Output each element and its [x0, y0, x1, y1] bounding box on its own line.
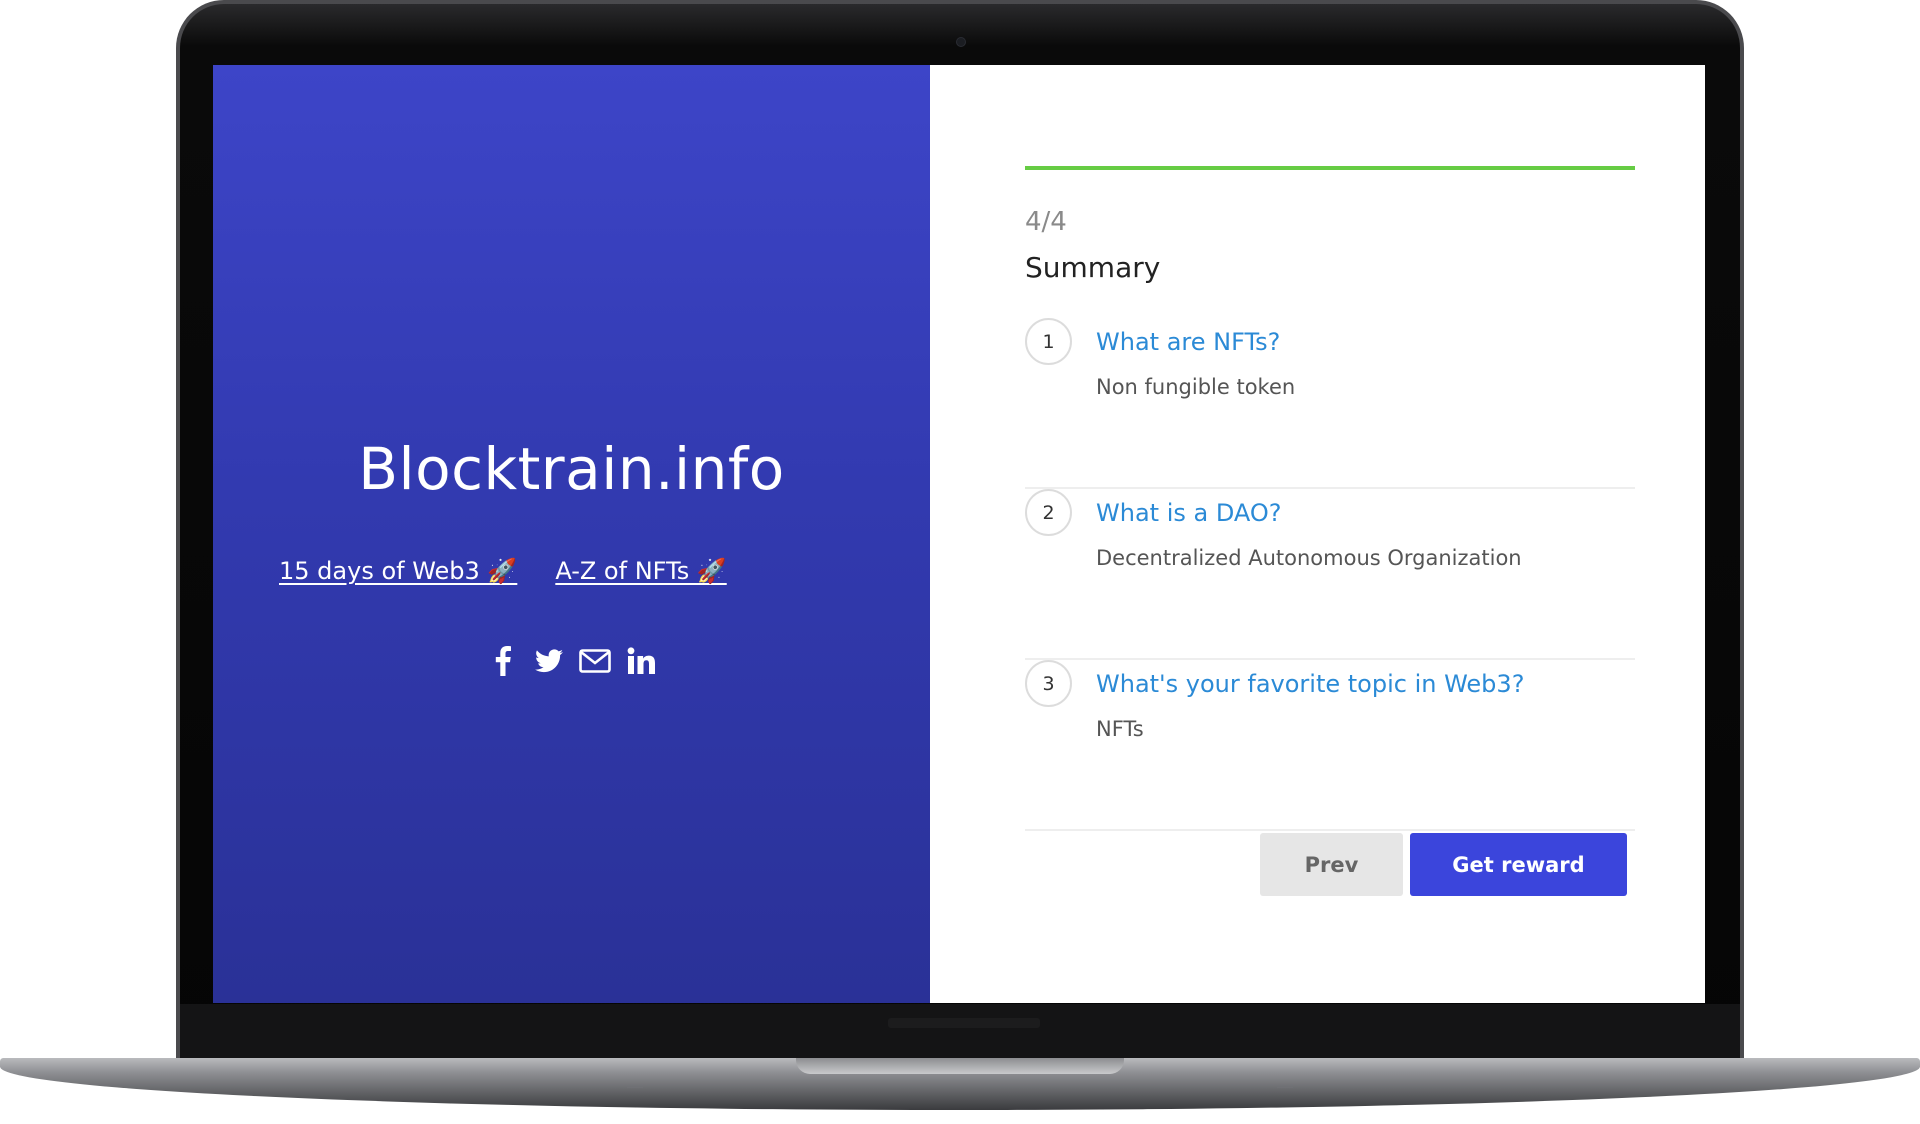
step-number-badge: 2	[1025, 489, 1072, 536]
answer-text: Non fungible token	[1096, 375, 1296, 399]
summary-list: 1 What are NFTs? Non fungible token 2 Wh…	[1025, 318, 1635, 831]
link-a-z-of-nfts[interactable]: A-Z of NFTs 🚀	[555, 557, 726, 585]
laptop-screen: Blocktrain.info 15 days of Web3 🚀 A-Z of…	[213, 65, 1705, 1003]
summary-item: 3 What's your favorite topic in Web3? NF…	[1025, 660, 1635, 831]
social-links	[213, 645, 930, 677]
step-counter: 4/4	[1025, 207, 1067, 237]
twitter-icon[interactable]	[533, 645, 565, 677]
link-15-days-of-web3[interactable]: 15 days of Web3 🚀	[279, 557, 517, 585]
brand-panel: Blocktrain.info 15 days of Web3 🚀 A-Z of…	[213, 65, 930, 1003]
prev-button[interactable]: Prev	[1260, 833, 1403, 896]
laptop-foot	[1277, 1086, 1293, 1088]
question-link[interactable]: What's your favorite topic in Web3?	[1096, 670, 1524, 698]
mail-icon[interactable]	[578, 645, 611, 677]
site-links: 15 days of Web3 🚀 A-Z of NFTs 🚀	[279, 557, 727, 585]
camera-icon	[957, 38, 965, 46]
quiz-summary-panel: 4/4 Summary 1 What are NFTs? Non fungibl…	[930, 65, 1705, 1003]
screen-bezel	[180, 1004, 1740, 1062]
question-link[interactable]: What is a DAO?	[1096, 499, 1282, 527]
step-number-badge: 1	[1025, 318, 1072, 365]
answer-text: NFTs	[1096, 717, 1144, 741]
step-number-badge: 3	[1025, 660, 1072, 707]
laptop-hinge	[888, 1018, 1040, 1028]
facebook-icon[interactable]	[487, 645, 519, 677]
laptop-base-notch	[796, 1058, 1124, 1074]
get-reward-button[interactable]: Get reward	[1410, 833, 1627, 896]
site-title: Blocktrain.info	[358, 435, 785, 503]
laptop-foot	[627, 1086, 643, 1088]
progress-bar	[1025, 166, 1635, 170]
answer-text: Decentralized Autonomous Organization	[1096, 546, 1522, 570]
quiz-navigation: Prev Get reward	[1260, 833, 1627, 896]
summary-item: 2 What is a DAO? Decentralized Autonomou…	[1025, 489, 1635, 660]
linkedin-icon[interactable]	[625, 645, 657, 677]
summary-heading: Summary	[1025, 251, 1161, 284]
question-link[interactable]: What are NFTs?	[1096, 328, 1280, 356]
summary-item: 1 What are NFTs? Non fungible token	[1025, 318, 1635, 489]
progress-bar-fill	[1025, 166, 1635, 170]
